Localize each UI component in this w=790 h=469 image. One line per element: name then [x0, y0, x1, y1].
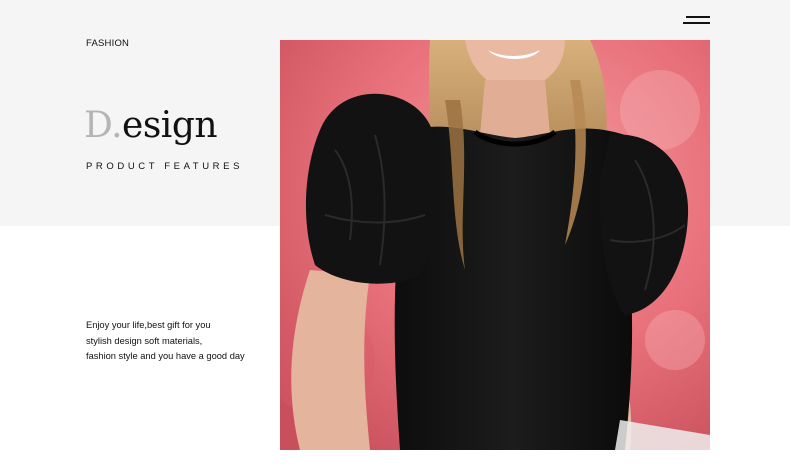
menu-line-top: [686, 16, 710, 18]
design-title-rest: esign: [122, 105, 218, 146]
design-title-initial: D.: [84, 105, 123, 146]
product-features-subtitle: PRODUCT FEATURES: [86, 161, 244, 172]
description-line: fashion style and you have a good day: [86, 351, 245, 361]
description-line: Enjoy your life,best gift for you: [86, 320, 211, 330]
description-line: stylish design soft materials,: [86, 335, 203, 346]
product-photo: [280, 40, 710, 450]
design-title: D.esign: [84, 105, 218, 146]
product-description: Enjoy your life,best gift for you stylis…: [86, 318, 266, 365]
neck: [480, 80, 550, 141]
left-arm: [291, 270, 370, 450]
model-illustration: [280, 40, 710, 450]
menu-line-bottom: [683, 22, 710, 24]
hamburger-menu-icon[interactable]: [683, 15, 710, 27]
brand-label: FASHION: [86, 38, 130, 49]
left-puff-sleeve: [305, 93, 441, 284]
